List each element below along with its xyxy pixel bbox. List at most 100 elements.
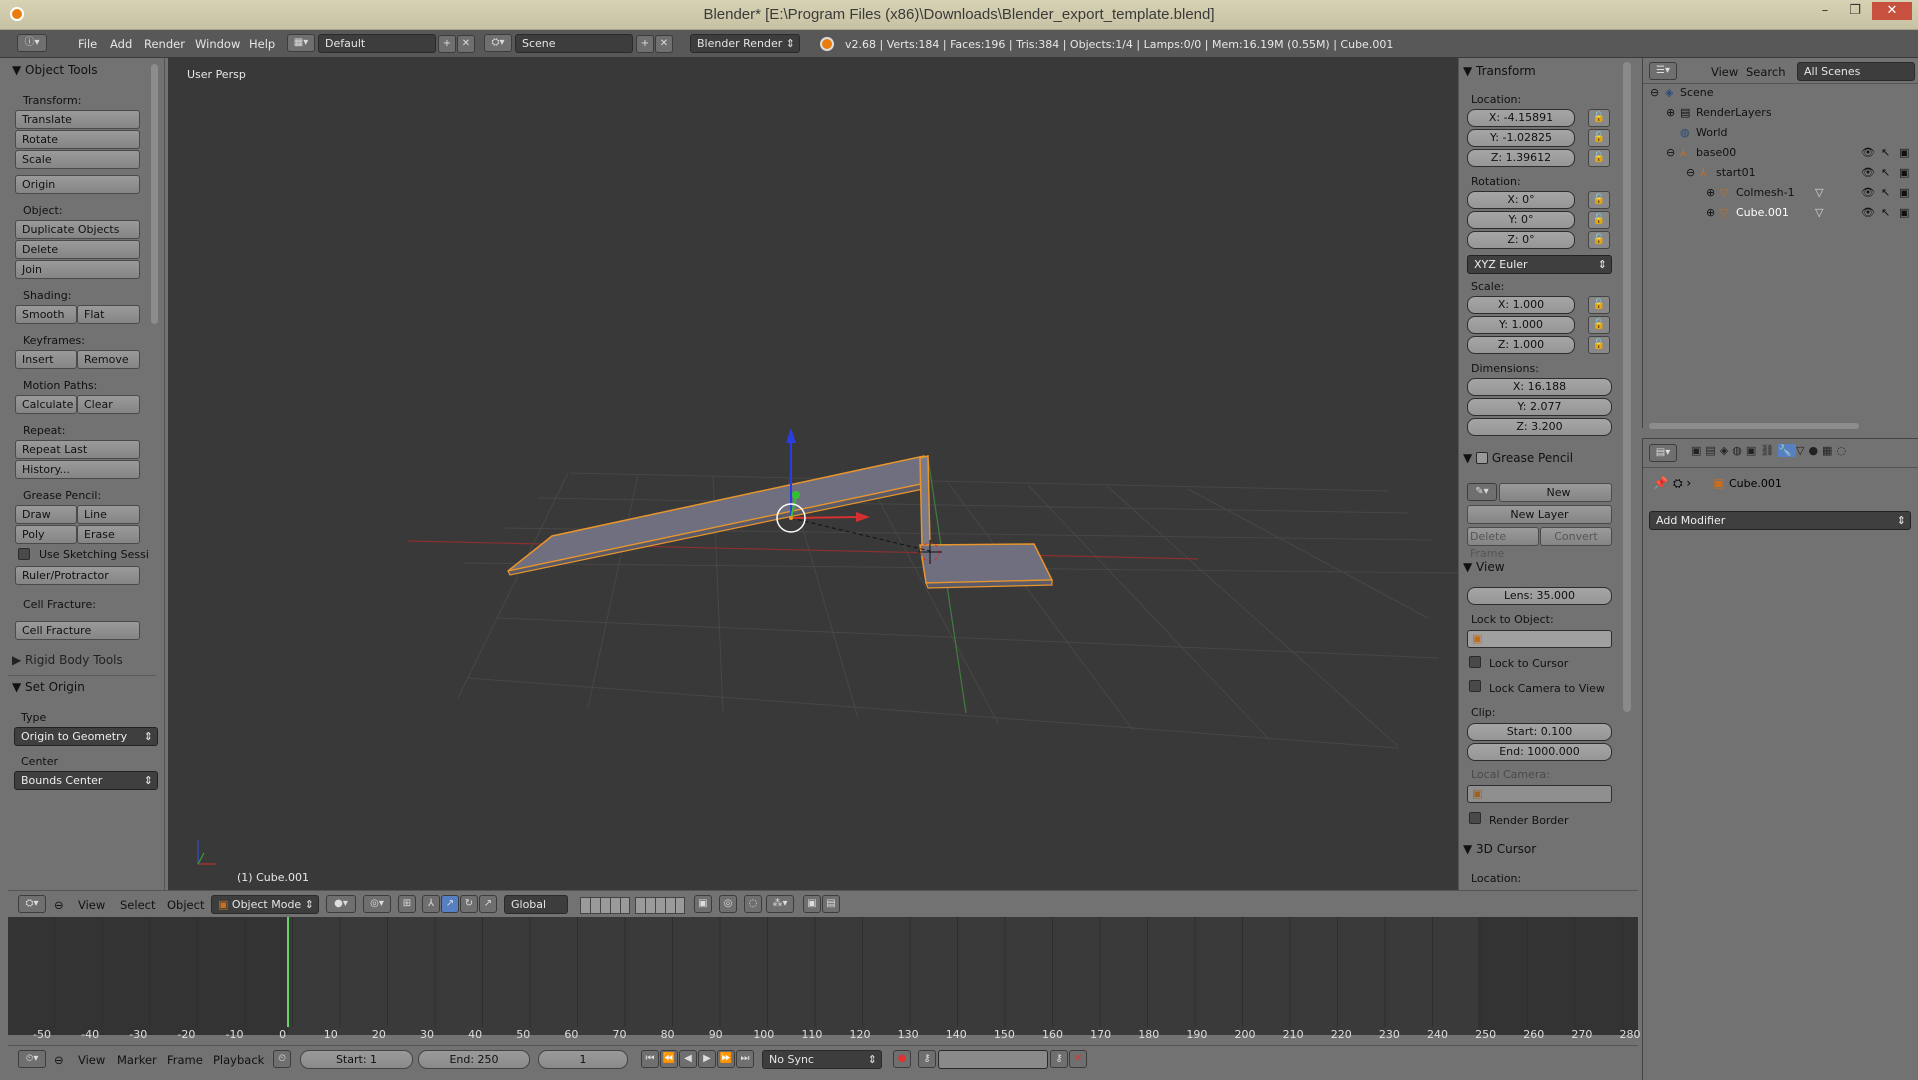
lock-icon[interactable]: 🔓 [1588,336,1610,354]
sync-mode-dropdown[interactable]: No Sync ⇕ [762,1050,882,1069]
rotation-mode-select[interactable]: XYZ Euler ⇕ [1467,255,1612,274]
render-animation-icon[interactable]: ▤ [822,895,840,913]
visibility-eye-icon[interactable]: 👁 [1861,166,1875,179]
select-cursor-icon[interactable]: ↖ [1881,146,1890,159]
select-menu[interactable]: Select [120,898,155,912]
outliner-view-menu[interactable]: View [1711,65,1738,79]
menu-help[interactable]: Help [249,37,275,51]
duplicate-objects-button[interactable]: Duplicate Objects [15,220,140,239]
new-grease-pencil-button[interactable]: New [1499,483,1612,502]
transform-header[interactable]: ▼ Transform [1463,64,1536,78]
location-x-field[interactable]: X: -4.15891 [1467,109,1575,127]
object-menu[interactable]: Object [167,898,204,912]
render-camera-icon[interactable]: ▣ [1899,146,1909,159]
outliner-item-scene[interactable]: ⊖ ◈ Scene [1643,86,1918,106]
join-button[interactable]: Join [15,260,140,279]
select-cursor-icon[interactable]: ↖ [1881,186,1890,199]
properties-region-scrollbar[interactable] [1623,62,1631,712]
dimension-y-field[interactable]: Y: 2.077 [1467,398,1612,416]
menu-window[interactable]: Window [195,37,240,51]
modifiers-tab-icon[interactable]: 🔧 [1778,444,1796,457]
lock-icon[interactable]: 🔓 [1588,211,1610,229]
outliner-search-menu[interactable]: Search [1746,65,1786,79]
render-camera-icon[interactable]: ▣ [1899,186,1909,199]
visibility-eye-icon[interactable]: 👁 [1861,206,1875,219]
mode-dropdown[interactable]: ▣ Object Mode ⇕ [211,895,319,914]
proportional-editing-icon[interactable]: ◎ [719,895,737,913]
outliner-horizontal-scrollbar[interactable] [1649,423,1859,429]
origin-type-select[interactable]: Origin to Geometry ⇕ [14,727,158,746]
dimension-z-field[interactable]: Z: 3.200 [1467,418,1612,436]
lock-icon[interactable]: 🔓 [1588,296,1610,314]
rotate-manipulator-icon[interactable]: ↗ [441,895,459,913]
rigid-body-tools-header[interactable]: ▶ Rigid Body Tools [12,653,123,667]
clip-end-field[interactable]: End: 1000.000 [1467,743,1612,761]
material-tab-icon[interactable]: ● [1808,444,1822,457]
jump-start-icon[interactable]: ⏮ [641,1050,659,1068]
delete-button[interactable]: Delete [15,240,140,259]
convert-button[interactable]: Convert [1540,527,1612,546]
menu-render[interactable]: Render [144,37,185,51]
translate-manipulator-icon[interactable]: ⅄ [422,895,440,913]
poly-button[interactable]: Poly [15,525,77,544]
scale-icon[interactable]: ↗ [479,895,497,913]
menu-file[interactable]: File [78,37,97,51]
repeat-last-button[interactable]: Repeat Last [15,440,140,459]
set-origin-header[interactable]: ▼ Set Origin [12,680,85,694]
outliner-item-base00[interactable]: ⊖ ⅄ base00 👁 ↖ ▣ [1643,146,1918,166]
render-engine-dropdown[interactable]: Blender Render ⇕ [690,34,800,53]
scene-dropdown[interactable]: Scene [515,34,633,53]
scale-manipulator-icon[interactable]: ↻ [460,895,478,913]
lock-camera-checkbox[interactable] [1469,680,1481,692]
draw-button[interactable]: Draw [15,505,77,524]
line-button[interactable]: Line [77,505,140,524]
lock-to-object-field[interactable]: ▣ [1467,630,1612,648]
manipulator-toggle-icon[interactable]: ⊞ [398,895,416,913]
keying-set-icon[interactable]: ⚷ [918,1050,936,1068]
scene-icon[interactable]: ⛭▾ [484,34,512,52]
viewport-scene[interactable] [168,58,1458,890]
properties-editor-icon[interactable]: ▤▾ [1649,444,1677,462]
location-y-field[interactable]: Y: -1.02825 [1467,129,1575,147]
sketching-session-checkbox[interactable] [18,548,30,560]
constraints-tab-icon[interactable]: ⛓ [1760,444,1778,457]
cell-fracture-button[interactable]: Cell Fracture [15,621,140,640]
local-camera-field[interactable]: ▣ [1467,785,1612,803]
scale-y-field[interactable]: Y: 1.000 [1467,316,1575,334]
render-camera-icon[interactable]: ▣ [1899,206,1909,219]
3d-viewport[interactable]: User Persp (1) Cube.001 [168,58,1458,890]
3d-cursor-header[interactable]: ▼ 3D Cursor [1463,842,1536,856]
rotation-y-field[interactable]: Y: 0° [1467,211,1575,229]
translate-button[interactable]: Translate [15,110,140,129]
close-button[interactable]: ✕ [1872,2,1912,20]
object-tools-header[interactable]: ▼ Object Tools [12,63,98,77]
collapse-menus-icon[interactable]: ⊖ [54,1053,64,1067]
add-modifier-dropdown[interactable]: Add Modifier ⇕ [1649,511,1911,530]
add-scene-icon[interactable]: + [636,35,654,53]
visibility-eye-icon[interactable]: 👁 [1861,146,1875,159]
view-menu[interactable]: View [78,898,105,912]
playback-menu[interactable]: Playback [213,1053,264,1067]
lock-icon[interactable]: 🔓 [1588,231,1610,249]
add-layout-icon[interactable]: + [438,35,456,53]
current-frame-line[interactable] [287,917,289,1027]
insert-keyframe-button[interactable]: Insert [15,350,77,369]
grease-pencil-checkbox[interactable] [1476,452,1489,464]
view-header[interactable]: ▼ View [1463,560,1505,574]
origin-center-select[interactable]: Bounds Center ⇕ [14,771,158,790]
insert-keyframe-icon[interactable]: ⚷ [1050,1050,1068,1068]
lens-field[interactable]: Lens: 35.000 [1467,587,1612,605]
record-icon[interactable]: ● [893,1050,911,1068]
new-layer-button[interactable]: New Layer [1467,505,1612,524]
scale-z-field[interactable]: Z: 1.000 [1467,336,1575,354]
layer-buttons[interactable] [580,897,630,914]
pivot-point-icon[interactable]: ◎▾ [363,895,391,913]
renderlayer-tab-icon[interactable]: ▤ [1705,444,1719,457]
render-still-icon[interactable]: ▣ [803,895,821,913]
screen-layout-icon[interactable]: ▦▾ [287,34,315,52]
scale-button[interactable]: Scale [15,150,140,169]
lock-layers-icon[interactable]: ▣ [694,895,712,913]
lock-icon[interactable]: 🔓 [1588,191,1610,209]
lock-icon[interactable]: 🔓 [1588,109,1610,127]
preview-range-icon[interactable]: ⏲ [273,1050,291,1068]
